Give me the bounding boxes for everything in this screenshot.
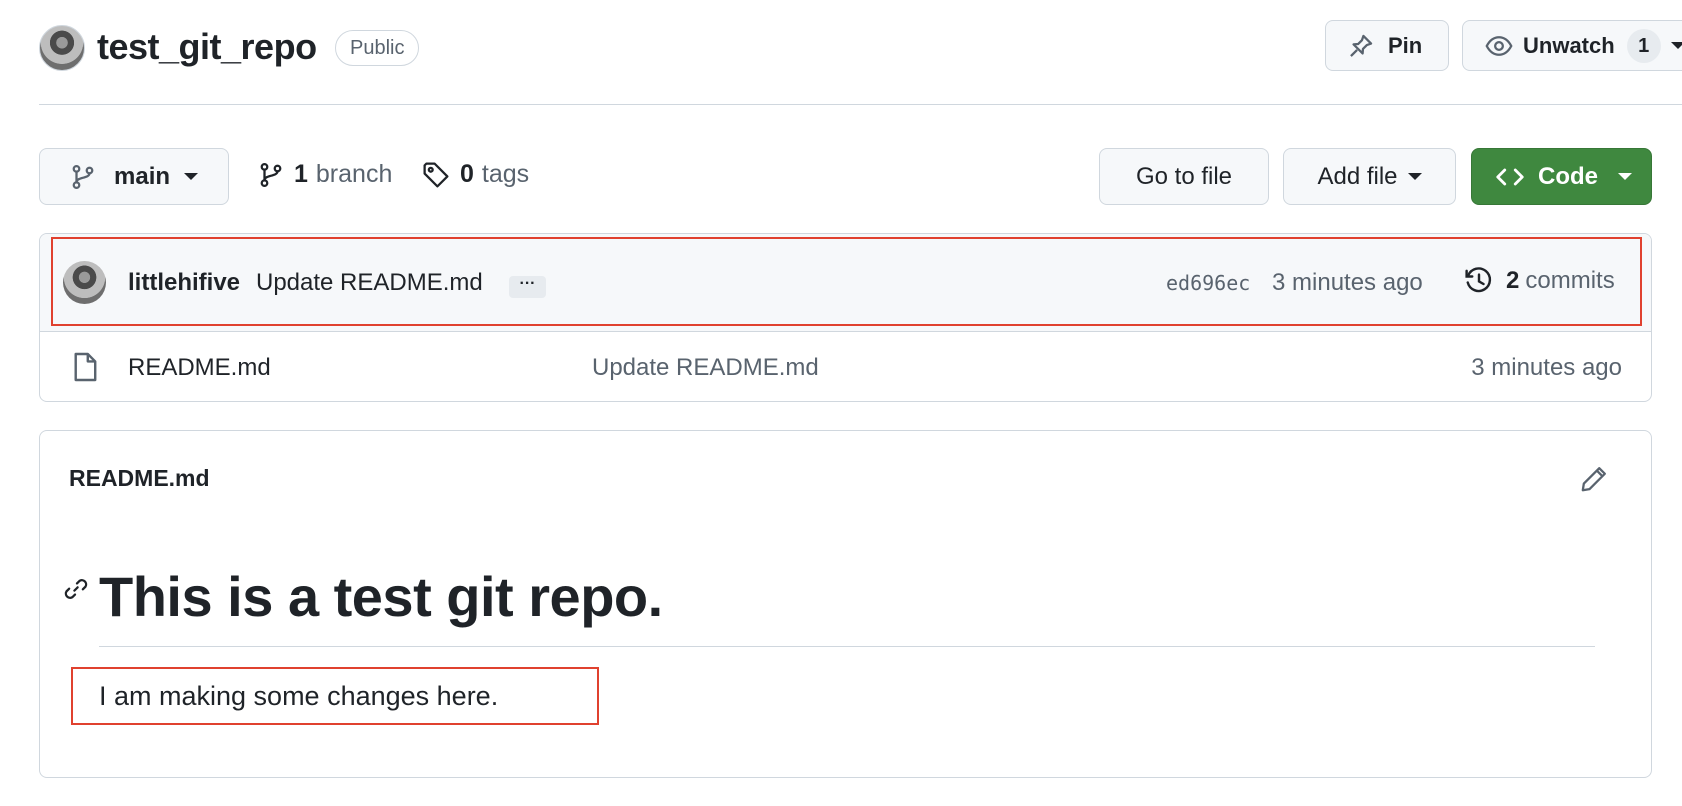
eye-icon <box>1485 35 1513 56</box>
go-to-file-button[interactable]: Go to file <box>1099 148 1269 205</box>
file-browser: littlehifive Update README.md ··· ed696e… <box>39 233 1652 402</box>
branch-icon <box>72 164 94 189</box>
file-commit-message[interactable]: Update README.md <box>592 354 819 382</box>
table-row[interactable]: README.md Update README.md 3 minutes ago <box>40 332 1651 401</box>
branch-word: branch <box>315 160 393 188</box>
tag-icon <box>423 161 449 188</box>
pencil-icon[interactable] <box>1580 465 1608 493</box>
file-time: 3 minutes ago <box>1471 354 1622 381</box>
code-label: Code <box>1538 162 1598 190</box>
commit-details-toggle[interactable]: ··· <box>509 276 546 298</box>
code-icon <box>1496 168 1524 185</box>
readme-heading: This is a test git repo. <box>99 565 663 628</box>
commits-link[interactable]: 2 commits <box>1464 266 1615 296</box>
owner-avatar[interactable] <box>39 25 85 71</box>
file-name[interactable]: README.md <box>128 354 271 382</box>
commit-count: 2 <box>1506 267 1520 294</box>
readme-paragraph: I am making some changes here. <box>99 681 499 711</box>
commit-sha[interactable]: ed696ec <box>1166 271 1250 295</box>
branches-link[interactable]: 1 branch <box>258 160 392 189</box>
chevron-down-icon <box>1618 173 1632 180</box>
tags-link[interactable]: 0 tags <box>422 160 529 189</box>
chevron-down-icon <box>1407 173 1422 180</box>
latest-commit-row: littlehifive Update README.md ··· ed696e… <box>40 234 1651 332</box>
link-icon[interactable] <box>63 576 89 602</box>
tag-count: 0 <box>460 160 474 188</box>
repo-header: test_git_repo Public Pin Unwatch 1 <box>0 0 1682 105</box>
unwatch-button[interactable]: Unwatch 1 <box>1462 20 1682 71</box>
add-file-label: Add file <box>1317 162 1398 190</box>
file-icon <box>74 352 97 382</box>
avatar[interactable] <box>63 261 106 304</box>
branch-count: 1 <box>294 160 308 188</box>
current-branch: main <box>114 162 171 190</box>
watchers-count: 1 <box>1626 28 1661 63</box>
commit-message[interactable]: Update README.md <box>256 269 483 297</box>
pin-icon <box>1350 34 1373 57</box>
history-icon <box>1465 267 1492 293</box>
heading-divider <box>99 646 1595 647</box>
add-file-button[interactable]: Add file <box>1283 148 1456 205</box>
header-divider <box>39 104 1682 105</box>
readme-title[interactable]: README.md <box>69 465 210 492</box>
commit-time: 3 minutes ago <box>1272 269 1423 296</box>
visibility-badge: Public <box>335 30 420 66</box>
pin-button[interactable]: Pin <box>1325 20 1449 71</box>
commits-word: commits <box>1525 267 1615 294</box>
branch-select-button[interactable]: main <box>39 148 229 205</box>
chevron-down-icon <box>184 173 199 180</box>
code-button[interactable]: Code <box>1471 148 1652 205</box>
readme-panel: README.md This is a test git repo. I am … <box>39 430 1652 778</box>
tag-word: tags <box>481 160 530 188</box>
pin-label: Pin <box>1388 32 1423 58</box>
chevron-down-icon <box>1670 42 1682 49</box>
repo-name[interactable]: test_git_repo <box>97 26 317 68</box>
unwatch-label: Unwatch <box>1523 32 1615 58</box>
commit-author[interactable]: littlehifive <box>128 269 240 297</box>
branch-icon <box>260 162 282 187</box>
